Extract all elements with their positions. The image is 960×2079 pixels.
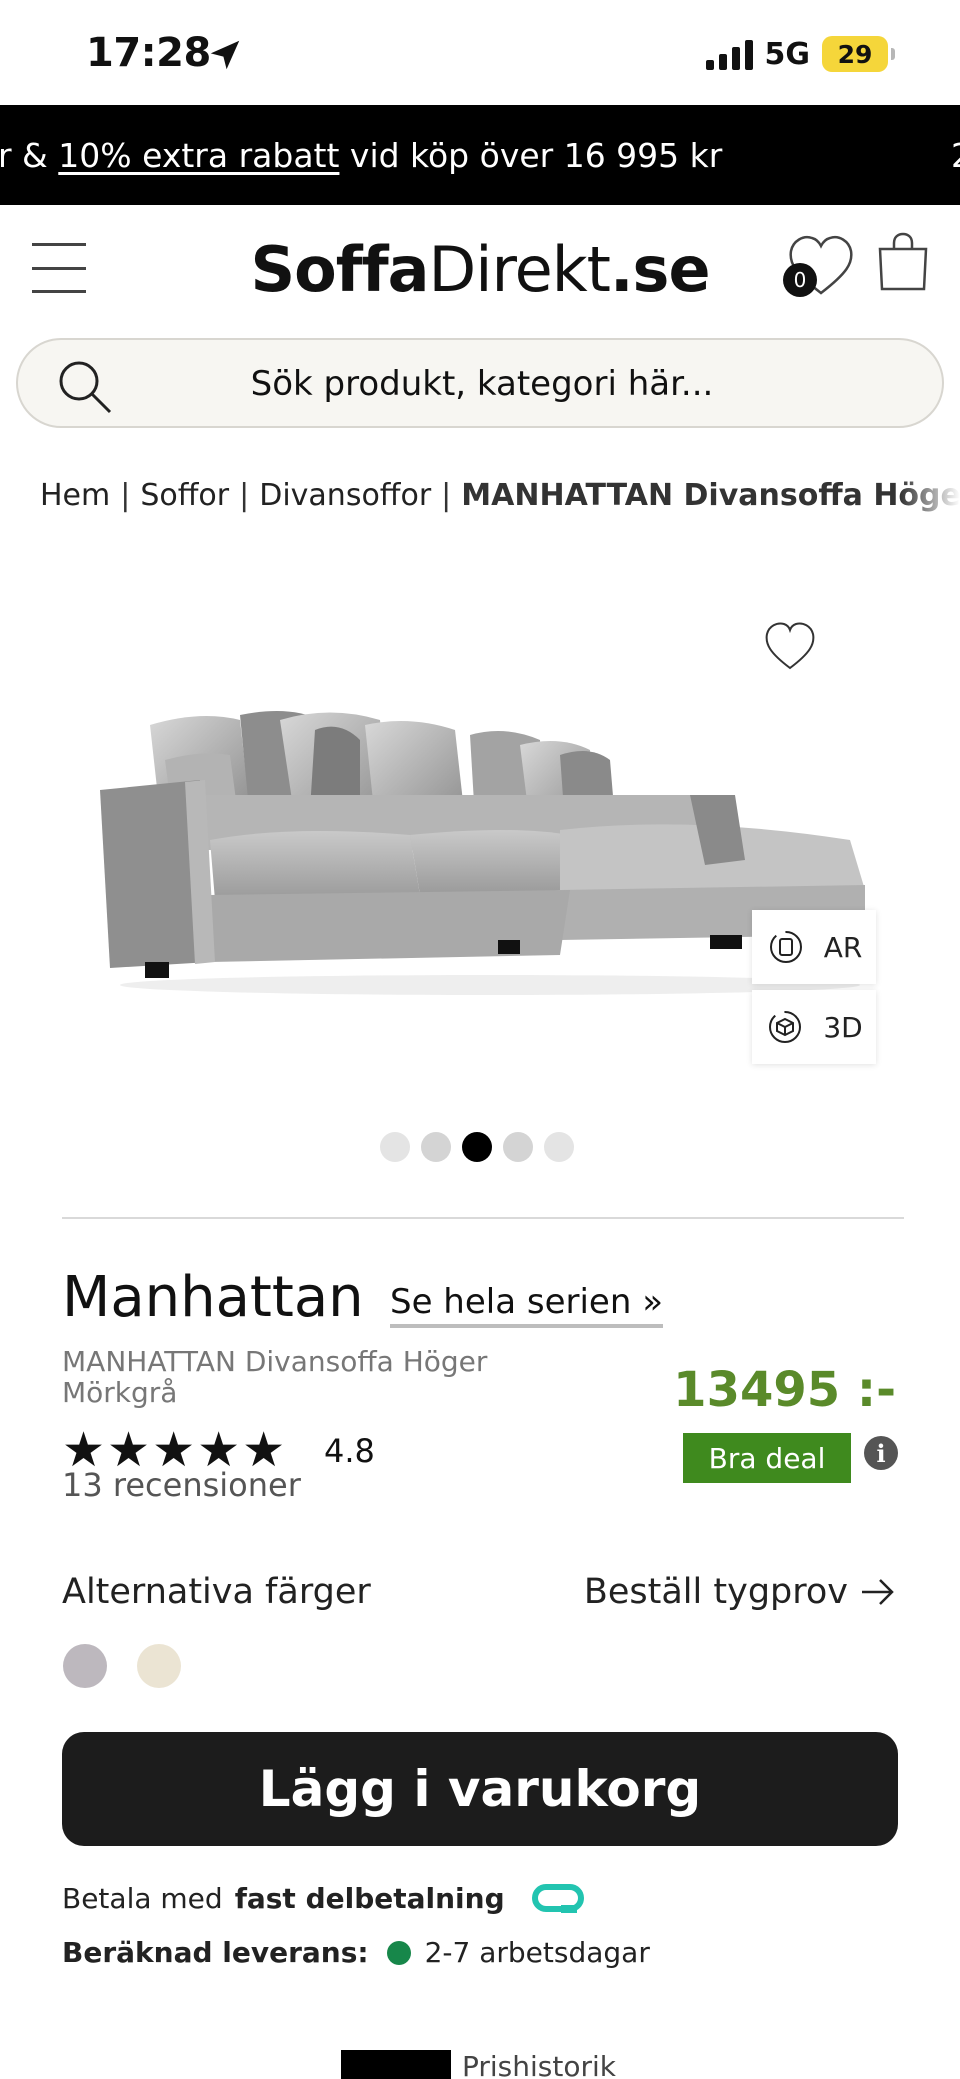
- payment-provider-logo-icon: [531, 1883, 584, 1913]
- breadcrumb-current: MANHATTAN Divansoffa Höger: [461, 478, 960, 513]
- status-indicators: 5G 29: [705, 36, 895, 72]
- price-history-icon: [341, 2050, 451, 2079]
- deal-badge: Bra deal: [683, 1433, 851, 1483]
- alt-colors-label: Alternativa färger: [62, 1572, 371, 1612]
- gallery-dot[interactable]: [503, 1132, 533, 1162]
- ar-icon: [769, 931, 802, 963]
- payment-method: fast delbetalning: [234, 1882, 505, 1915]
- wishlist-count-badge: 0: [783, 263, 817, 297]
- gallery-dot[interactable]: [544, 1132, 574, 1162]
- status-time: 17:28: [86, 30, 211, 76]
- breadcrumb-soffor[interactable]: Soffor: [140, 478, 229, 513]
- promo-next-fragment: 2: [951, 136, 960, 175]
- review-count-link[interactable]: 13 recensioner: [62, 1466, 301, 1504]
- fabric-sample-label: Beställ tygprov: [583, 1572, 848, 1612]
- fabric-sample-link[interactable]: Beställ tygprov: [584, 1572, 896, 1612]
- gallery-dot-active[interactable]: [462, 1132, 492, 1162]
- product-price: 13495 :-: [673, 1362, 896, 1418]
- search-placeholder: Sök produkt, kategori här...: [250, 364, 714, 404]
- rating-value: 4.8: [324, 1432, 375, 1470]
- breadcrumb-home[interactable]: Hem: [40, 478, 110, 513]
- logo-tld: .se: [609, 233, 711, 306]
- logo-bold: Soffa: [250, 233, 429, 306]
- 3d-label: 3D: [823, 1010, 863, 1044]
- color-swatch-grey[interactable]: [63, 1644, 107, 1688]
- breadcrumb: Hem | Soffor | Divansoffor | MANHATTAN Divanso…: [40, 478, 960, 513]
- 3d-button[interactable]: 3D: [752, 990, 876, 1064]
- product-subtitle: MANHATTAN Divansoffa Höger Mörkgrå: [62, 1345, 488, 1409]
- promo-link[interactable]: 10% extra rabatt: [58, 136, 339, 175]
- gallery-dot[interactable]: [421, 1132, 451, 1162]
- signal-icon: [705, 38, 753, 70]
- arrow-right-icon: [862, 1579, 894, 1605]
- promo-prefix: r &: [0, 136, 59, 175]
- delivery-label: Beräknad leverans:: [62, 1936, 369, 1969]
- in-stock-dot: [386, 1940, 411, 1965]
- site-header: SoffaDirekt.se 0: [0, 205, 960, 335]
- payment-info: Betala med fast delbetalning: [62, 1882, 587, 1915]
- payment-prefix: Betala med: [62, 1882, 223, 1915]
- color-swatch-beige[interactable]: [137, 1644, 181, 1688]
- network-type: 5G: [764, 36, 811, 72]
- breadcrumb-divansoffor[interactable]: Divansoffor: [259, 478, 431, 513]
- favorite-heart-icon[interactable]: [762, 620, 818, 672]
- location-arrow-icon: [210, 40, 240, 70]
- shopping-bag-icon[interactable]: [876, 231, 930, 293]
- series-link[interactable]: Se hela serien »: [390, 1282, 663, 1328]
- promo-banner[interactable]: r & 10% extra rabatt vid köp över 16 995…: [0, 105, 960, 205]
- add-to-cart-button[interactable]: Lägg i varukorg: [62, 1732, 898, 1846]
- logo-light: Direkt: [428, 233, 611, 306]
- product-title: Manhattan: [62, 1265, 364, 1330]
- search-bar[interactable]: Sök produkt, kategori här...: [16, 338, 944, 428]
- battery-icon: 29: [822, 36, 895, 72]
- ar-button[interactable]: AR: [752, 910, 876, 984]
- price-history-link[interactable]: Prishistorik: [462, 2050, 616, 2079]
- gallery-dot[interactable]: [380, 1132, 410, 1162]
- status-bar: 17:28 5G 29: [0, 0, 960, 105]
- info-icon[interactable]: i: [864, 1436, 898, 1470]
- 3d-cube-icon: [769, 1011, 802, 1043]
- divider: [62, 1217, 904, 1219]
- gallery-pagination: [380, 1132, 574, 1162]
- ar-label: AR: [823, 930, 863, 964]
- promo-suffix: vid köp över 16 995 kr: [339, 136, 723, 175]
- delivery-value: 2-7 arbetsdagar: [424, 1936, 650, 1969]
- delivery-info: Beräknad leverans: 2-7 arbetsdagar: [62, 1936, 650, 1969]
